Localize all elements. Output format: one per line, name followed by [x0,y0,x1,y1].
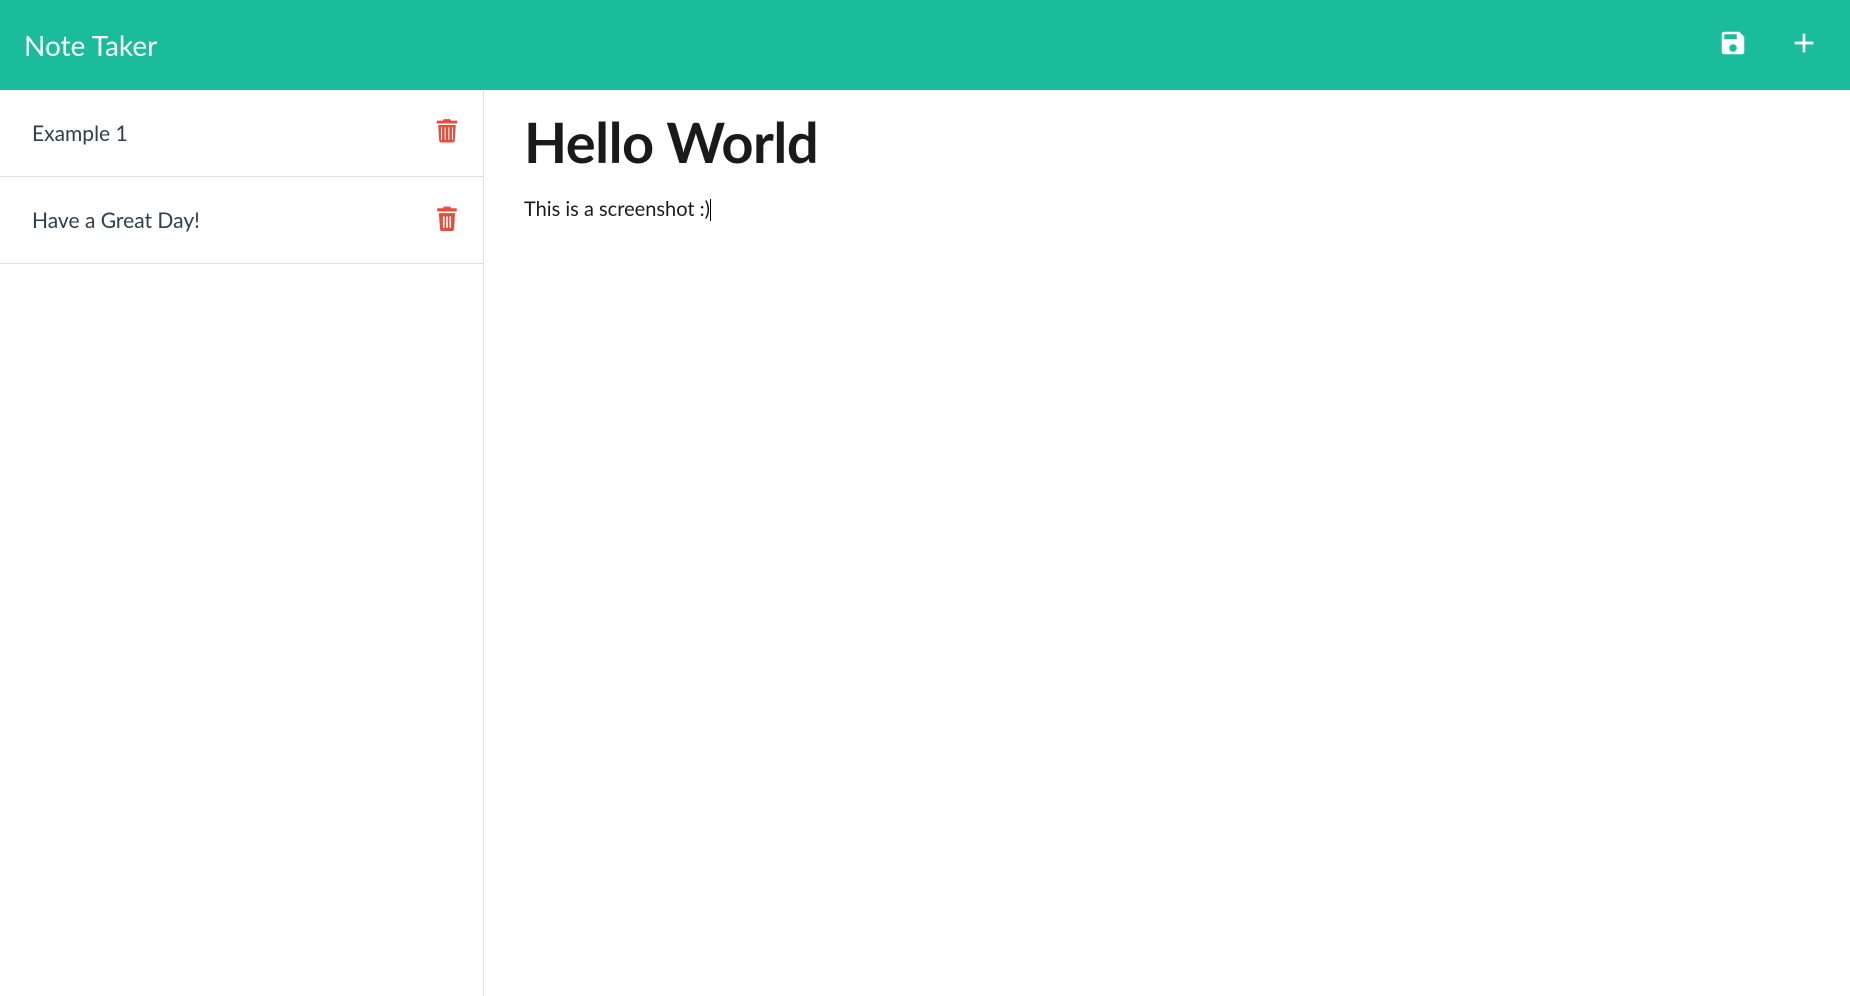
notes-sidebar: Example 1 Have a Great Day! [0,90,484,996]
save-icon [1718,28,1748,58]
note-list-item[interactable]: Have a Great Day! [0,177,483,264]
trash-icon [435,205,459,231]
note-item-title: Have a Great Day! [32,208,200,233]
text-cursor [710,199,711,221]
note-editor: Hello World This is a screenshot :) [484,90,1850,996]
note-item-title: Example 1 [32,121,128,146]
app-header: Note Taker [0,0,1850,90]
note-body-input[interactable]: This is a screenshot :) [524,197,1810,221]
note-body-text: This is a screenshot :) [524,197,710,221]
main-content: Example 1 Have a Great Day! Hello World … [0,90,1850,996]
note-title-input[interactable]: Hello World [524,108,1810,175]
plus-icon [1788,27,1820,59]
save-button[interactable] [1718,28,1748,62]
app-title: Note Taker [24,28,157,62]
add-note-button[interactable] [1788,27,1820,63]
note-list-item[interactable]: Example 1 [0,90,483,177]
delete-note-button[interactable] [435,205,459,235]
trash-icon [435,118,459,144]
delete-note-button[interactable] [435,118,459,148]
header-actions [1718,27,1820,63]
